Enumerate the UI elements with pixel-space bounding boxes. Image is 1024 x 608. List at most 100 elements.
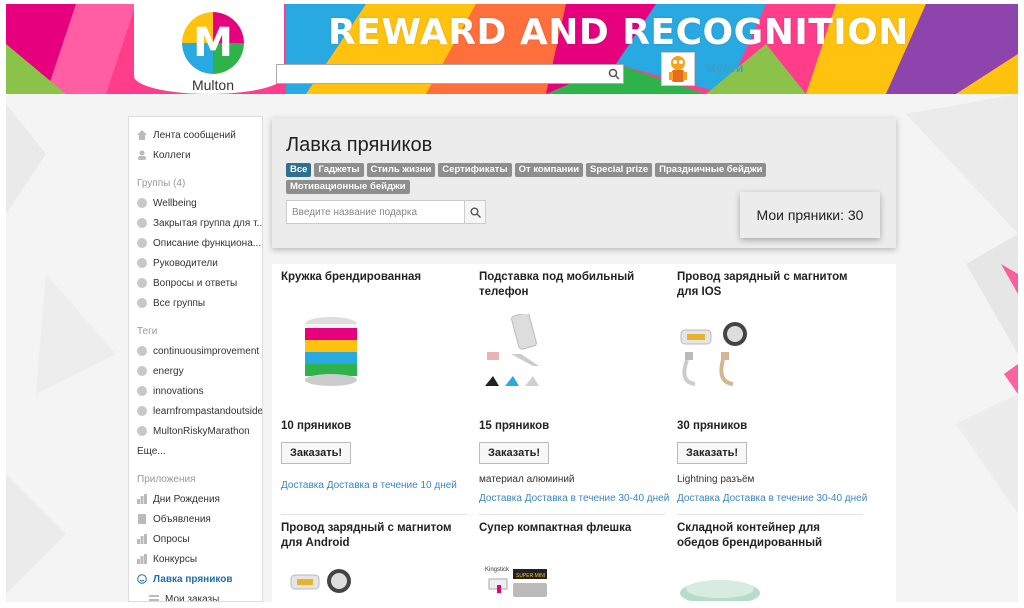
sidebar-item-label: Лавка пряников	[153, 573, 233, 585]
product-grid: Кружка брендированная 10 пряников Заказа…	[272, 264, 896, 605]
search-icon	[470, 207, 481, 218]
sidebar-item-label: MultonRiskyMarathon	[153, 425, 250, 437]
sidebar-group-item[interactable]: Все группы	[129, 293, 262, 313]
product-description: Lightning разъём	[677, 474, 755, 485]
chat-icon	[137, 278, 147, 288]
sidebar-item-label: Вопросы и ответы	[153, 277, 238, 289]
category-filter: Все Гаджеты Стиль жизни Сертификаты От к…	[286, 163, 786, 194]
sidebar-tag-item[interactable]: innovations	[129, 381, 262, 401]
flash-model-text: SUPER MINI	[516, 573, 545, 579]
avatar[interactable]	[661, 52, 695, 86]
product-description: материал алюминий	[479, 474, 575, 485]
sidebar-group-item[interactable]: Вопросы и ответы	[129, 273, 262, 293]
search-button[interactable]	[464, 201, 485, 223]
category-tag[interactable]: Гаджеты	[314, 163, 364, 177]
product-name[interactable]: Провод зарядный с магнитом для IOS	[677, 270, 863, 300]
tag-icon	[137, 346, 147, 356]
product-price: 15 пряников	[479, 420, 550, 432]
sidebar-item-my-orders[interactable]: Мои заказы	[129, 589, 262, 602]
sidebar-item-label: Руководители	[153, 257, 218, 269]
logo-text: Multon	[191, 77, 235, 93]
product-image-cable-ios[interactable]	[677, 320, 759, 391]
sidebar-item-feed[interactable]: Лента сообщений	[129, 125, 262, 145]
order-button[interactable]: Заказать!	[677, 442, 748, 464]
sidebar-app-item[interactable]: Опросы	[129, 529, 262, 549]
gift-search-input[interactable]	[287, 201, 463, 223]
chat-icon	[137, 238, 147, 248]
sidebar-item-label: Wellbeing	[153, 197, 197, 209]
app-icon	[137, 494, 147, 504]
sidebar-item-label: continuousimprovement	[153, 345, 260, 357]
product-image-flash-drive[interactable]: Kingstick SUPER MINI	[483, 563, 553, 606]
logo-letter: M	[193, 20, 233, 66]
product-name[interactable]: Подставка под мобильный телефон	[479, 270, 665, 300]
gift-search	[286, 200, 486, 224]
product-name[interactable]: Супер компактная флешка	[479, 521, 665, 536]
logo-area[interactable]: M Multon	[134, 4, 284, 94]
category-tag[interactable]: Стиль жизни	[366, 163, 436, 177]
sidebar-item-label: Опросы	[153, 533, 190, 545]
apps-heading: Приложения	[137, 473, 196, 485]
app-icon	[137, 534, 147, 544]
sidebar-tag-item[interactable]: energy	[129, 361, 262, 381]
product-image-cable-android[interactable]	[289, 567, 359, 602]
product-price: 30 пряников	[677, 420, 748, 432]
product-card: Провод зарядный с магнитом для Android	[281, 521, 467, 601]
sidebar-item-colleagues[interactable]: Коллеги	[129, 145, 262, 165]
chat-icon	[137, 258, 147, 268]
sidebar-tag-item[interactable]: MultonRiskyMarathon	[129, 421, 262, 441]
chat-icon	[137, 218, 147, 228]
category-tag[interactable]: Сертификаты	[438, 163, 512, 177]
category-tag[interactable]: Мотивационные бейджи	[286, 180, 410, 194]
sidebar-item-label: Коллеги	[153, 149, 191, 161]
product-name[interactable]: Провод зарядный с магнитом для Android	[281, 521, 467, 551]
product-image-mug[interactable]	[299, 314, 363, 395]
sidebar-item-label: Конкурсы	[153, 553, 198, 565]
sidebar-item-label: Описание функциона...	[153, 237, 262, 249]
order-button[interactable]: Заказать!	[479, 442, 550, 464]
product-image-phone-stand[interactable]	[481, 312, 551, 399]
row-divider	[281, 514, 467, 515]
sidebar: Лента сообщений Коллеги Группы (4) Wellb…	[128, 116, 263, 602]
delivery-info[interactable]: Доставка Доставка в течение 10 дней	[281, 480, 457, 491]
sidebar-group-item[interactable]: Руководители	[129, 253, 262, 273]
order-button[interactable]: Заказать!	[281, 442, 352, 464]
search-icon[interactable]	[608, 67, 620, 85]
product-name[interactable]: Складной контейнер для обедов брендирова…	[677, 521, 863, 551]
sidebar-group-item[interactable]: Закрытая группа для т...	[129, 213, 262, 233]
sidebar-item-label: Объявления	[153, 513, 211, 525]
app-icon	[137, 554, 147, 564]
product-name[interactable]: Кружка брендированная	[281, 270, 467, 285]
sidebar-item-gingerbread-shop[interactable]: Лавка пряников	[129, 569, 262, 589]
product-card: Супер компактная флешка Kingstick SUPER …	[479, 521, 665, 601]
product-image-lunch-container[interactable]	[677, 575, 763, 606]
sidebar-app-item[interactable]: Конкурсы	[129, 549, 262, 569]
delivery-info[interactable]: Доставка Доставка в течение 30-40 дней	[479, 493, 669, 504]
sidebar-item-label: Лента сообщений	[153, 129, 236, 141]
tag-icon	[137, 366, 147, 376]
delivery-info[interactable]: Доставка Доставка в течение 30-40 дней	[677, 493, 867, 504]
product-price: 10 пряников	[281, 420, 352, 432]
sidebar-group-item[interactable]: Wellbeing	[129, 193, 262, 213]
flash-brand-text: Kingstick	[485, 567, 510, 573]
category-tag[interactable]: Праздничные бейджи	[655, 163, 767, 177]
sidebar-app-item[interactable]: Объявления	[129, 509, 262, 529]
sidebar-more-link[interactable]: Еще...	[129, 441, 262, 461]
sidebar-app-item[interactable]: Дни Рождения	[129, 489, 262, 509]
category-tag[interactable]: От компании	[514, 163, 584, 177]
logo-icon: M	[182, 12, 244, 74]
tag-icon	[137, 406, 147, 416]
sidebar-tag-item[interactable]: learnfrompastandoutside	[129, 401, 262, 421]
sidebar-tag-item[interactable]: continuousimprovement	[129, 341, 262, 361]
sidebar-item-label: Мои заказы	[165, 593, 220, 602]
person-icon	[137, 150, 147, 160]
header-search-input[interactable]	[277, 65, 597, 83]
balance-box: Мои пряники: 30	[740, 192, 880, 238]
category-tag-all[interactable]: Все	[286, 163, 312, 177]
header-search[interactable]	[276, 64, 624, 84]
product-card: Складной контейнер для обедов брендирова…	[677, 521, 863, 605]
user-name-link[interactable]: Мулти	[706, 61, 743, 75]
header-banner: M Multon REWARD AND RECOGNITION Мулти	[6, 4, 1018, 94]
category-tag[interactable]: Special prize	[586, 163, 653, 177]
sidebar-group-item[interactable]: Описание функциона...	[129, 233, 262, 253]
